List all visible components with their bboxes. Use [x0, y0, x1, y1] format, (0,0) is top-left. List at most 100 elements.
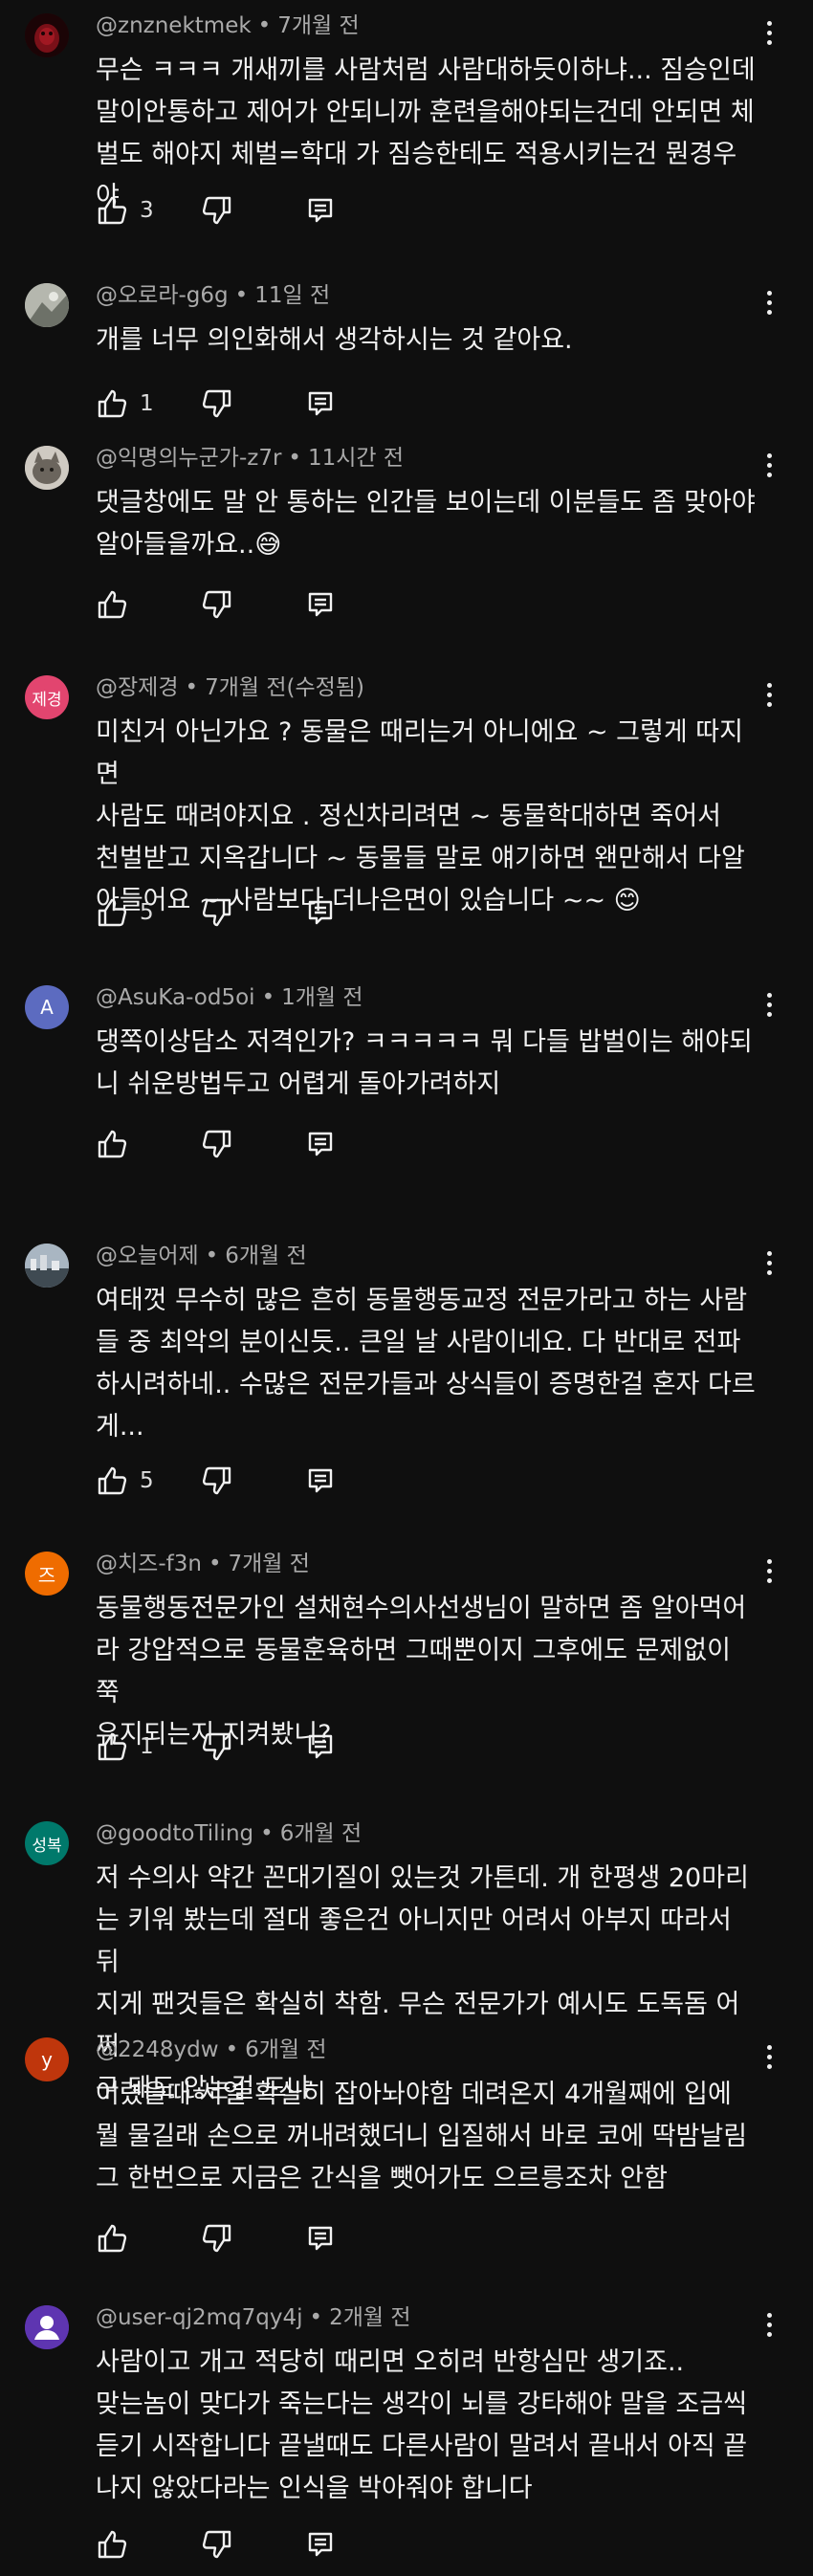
avatar[interactable]	[25, 13, 69, 57]
like-count: 1	[140, 391, 154, 416]
like-button[interactable]	[96, 2219, 201, 2257]
reply-icon	[308, 198, 333, 223]
avatar[interactable]	[25, 283, 69, 327]
reply-icon	[308, 2532, 333, 2557]
username[interactable]: @오늘어제	[96, 1244, 199, 1268]
username[interactable]: @znznektmek	[96, 13, 252, 38]
thumbs-down-icon	[202, 1732, 231, 1761]
timestamp[interactable]: 7개월 전	[277, 13, 359, 38]
default-avatar-icon	[25, 2305, 69, 2349]
reply-button[interactable]	[304, 893, 337, 932]
reply-button[interactable]	[304, 2525, 337, 2564]
timestamp[interactable]: 6개월 전	[225, 1244, 306, 1268]
thumbs-up-icon	[98, 2530, 127, 2559]
more-options-icon[interactable]	[758, 13, 780, 52]
like-button[interactable]: 3	[96, 191, 201, 230]
avatar-image	[25, 13, 69, 57]
avatar[interactable]: A	[25, 985, 69, 1029]
timestamp[interactable]: 6개월 전	[280, 1821, 362, 1846]
comment-meta: @2248ydw • 6개월 전	[96, 2037, 327, 2062]
comment-actions	[96, 2219, 337, 2257]
avatar[interactable]	[25, 446, 69, 490]
reply-button[interactable]	[304, 191, 337, 230]
dislike-button[interactable]	[201, 385, 304, 423]
comment-text: 댓글창에도 말 안 통하는 인간들 보이는데 이분들도 좀 맞아야 알아들을까요…	[96, 488, 756, 560]
like-button[interactable]: 1	[96, 1728, 201, 1766]
thumbs-up-icon	[98, 1130, 127, 1158]
like-count: 5	[140, 1468, 154, 1493]
username[interactable]: @치즈-f3n	[96, 1552, 202, 1576]
avatar-image	[25, 446, 69, 490]
like-count: 3	[140, 198, 154, 223]
reply-button[interactable]	[304, 1462, 337, 1500]
username[interactable]: @익명의누군가-z7r	[96, 446, 281, 471]
avatar[interactable]	[25, 1244, 69, 1288]
thumbs-down-icon	[202, 1466, 231, 1495]
thumbs-down-icon	[202, 2530, 231, 2559]
avatar[interactable]: 즈	[25, 1552, 69, 1596]
avatar[interactable]: 제경	[25, 675, 69, 719]
comment-actions	[96, 2525, 337, 2564]
comment-meta: @user-qj2mq7qy4j • 2개월 전	[96, 2305, 411, 2330]
avatar[interactable]: 성복	[25, 1821, 69, 1865]
more-options-icon[interactable]	[758, 1552, 780, 1590]
dislike-button[interactable]	[201, 585, 304, 624]
dislike-button[interactable]	[201, 893, 304, 932]
comment-meta: @익명의누군가-z7r • 11시간 전	[96, 446, 405, 471]
dislike-button[interactable]	[201, 191, 304, 230]
username[interactable]: @장제경	[96, 675, 178, 700]
timestamp[interactable]: 11시간 전	[308, 446, 404, 471]
timestamp[interactable]: 7개월 전	[229, 1552, 310, 1576]
username[interactable]: @오로라-g6g	[96, 283, 229, 308]
timestamp[interactable]: 1개월 전	[281, 985, 363, 1010]
more-options-icon[interactable]	[758, 2305, 780, 2344]
thumbs-down-icon	[202, 389, 231, 418]
like-button[interactable]	[96, 585, 201, 624]
thumbs-up-icon	[98, 1732, 127, 1761]
avatar[interactable]	[25, 2305, 69, 2349]
avatar-image	[25, 1244, 69, 1288]
reply-button[interactable]	[304, 1125, 337, 1163]
more-options-icon[interactable]	[758, 2037, 780, 2076]
more-options-icon[interactable]	[758, 675, 780, 714]
dislike-button[interactable]	[201, 1728, 304, 1766]
dislike-button[interactable]	[201, 2525, 304, 2564]
more-options-icon[interactable]	[758, 283, 780, 321]
username[interactable]: @goodtoTiling	[96, 1821, 253, 1846]
dislike-button[interactable]	[201, 1462, 304, 1500]
reply-button[interactable]	[304, 385, 337, 423]
username[interactable]: @AsuKa-od5oi	[96, 985, 255, 1010]
thumbs-down-icon	[202, 2224, 231, 2253]
more-options-icon[interactable]	[758, 1244, 780, 1282]
like-count: 5	[140, 900, 154, 925]
more-options-icon[interactable]	[758, 446, 780, 484]
comment-text: 어렸을때 서열 확실히 잡아놔야함 데려온지 4개월째에 입에 뭘 물길래 손으…	[96, 2080, 748, 2193]
username[interactable]: @2248ydw	[96, 2037, 219, 2062]
thumbs-up-icon	[98, 2224, 127, 2253]
timestamp[interactable]: 2개월 전	[329, 2305, 410, 2330]
like-button[interactable]	[96, 2525, 201, 2564]
like-button[interactable]: 1	[96, 385, 201, 423]
timestamp[interactable]: 11일 전	[254, 283, 330, 308]
reply-button[interactable]	[304, 1728, 337, 1766]
timestamp[interactable]: 6개월 전	[245, 2037, 326, 2062]
comment-actions: 1	[96, 385, 337, 423]
thumbs-up-icon	[98, 898, 127, 927]
dislike-button[interactable]	[201, 2219, 304, 2257]
thumbs-down-icon	[202, 898, 231, 927]
like-button[interactable]: 5	[96, 893, 201, 932]
comment-text: 미친거 아닌가요 ? 동물은 때리는거 아니에요 ~ 그렇게 따지면 사람도 때…	[96, 717, 745, 915]
comment-text: 저 수의사 약간 꼰대기질이 있는것 가튼데. 개 한평생 20마리 는 키워 …	[96, 1863, 749, 2103]
reply-icon	[308, 391, 333, 416]
timestamp[interactable]: 7개월 전(수정됨)	[205, 675, 364, 700]
comment-actions: 5	[96, 1462, 337, 1500]
reply-button[interactable]	[304, 585, 337, 624]
like-button[interactable]	[96, 1125, 201, 1163]
like-button[interactable]: 5	[96, 1462, 201, 1500]
username[interactable]: @user-qj2mq7qy4j	[96, 2305, 303, 2330]
thumbs-up-icon	[98, 590, 127, 619]
avatar[interactable]: y	[25, 2037, 69, 2081]
more-options-icon[interactable]	[758, 985, 780, 1024]
reply-button[interactable]	[304, 2219, 337, 2257]
dislike-button[interactable]	[201, 1125, 304, 1163]
